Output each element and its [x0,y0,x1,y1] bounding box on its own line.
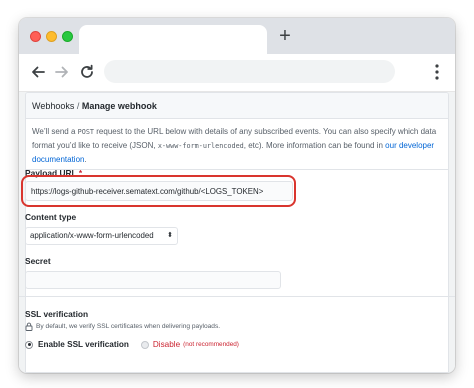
content-type-label: Content type [25,212,77,222]
select-arrows-icon: ⬍ [167,232,173,239]
intro-text-part: . [84,155,87,164]
payload-url-label: Payload URL * [25,168,82,178]
ssl-note: By default, we verify SSL certificates w… [25,322,220,331]
divider [26,169,448,170]
intro-text: We’ll send a POST request to the URL bel… [26,119,448,164]
divider [19,296,455,297]
kebab-menu-icon[interactable] [431,63,443,81]
breadcrumb-webhooks-link[interactable]: Webhooks [32,101,74,111]
content-type-selected-value: application/x-www-form-urlencoded [30,231,154,240]
browser-toolbar [19,54,455,92]
required-mark: * [78,168,83,178]
new-tab-button[interactable]: + [275,26,295,46]
reload-icon[interactable] [77,62,97,82]
post-code: POST [77,128,95,136]
maximize-window-button[interactable] [62,31,73,42]
lock-icon [25,322,33,331]
active-tab[interactable] [79,25,267,54]
minimize-window-button[interactable] [46,31,57,42]
breadcrumb: Webhooks / Manage webhook [26,93,448,119]
back-arrow-icon[interactable] [28,62,48,82]
secret-input[interactable] [25,271,281,289]
enable-ssl-radio[interactable] [25,340,33,349]
disable-ssl-label[interactable]: Disable [153,340,180,349]
address-bar[interactable] [104,60,395,83]
forward-arrow-icon[interactable] [52,62,72,82]
intro-text-part: , etc). More information can be found in [243,141,386,150]
title-bar: + [19,18,455,54]
browser-window: + Webhooks / Manage webhook We’ll send a… [19,18,455,373]
ssl-verification-title: SSL verification [25,309,89,319]
payload-url-input[interactable] [25,181,293,201]
secret-label: Secret [25,256,51,266]
payload-url-label-text: Payload URL [25,168,77,178]
not-recommended-note: (not recommended) [183,341,239,348]
ssl-note-text: By default, we verify SSL certificates w… [36,323,221,330]
content-type-select[interactable]: application/x-www-form-urlencoded ⬍ [25,227,178,245]
ssl-options: Enable SSL verification Disable (not rec… [25,340,239,349]
disable-ssl-radio[interactable] [140,340,149,349]
format-code: x-www-form-urlencoded [157,142,244,150]
page-title: Manage webhook [81,101,157,111]
close-window-button[interactable] [30,31,41,42]
breadcrumb-separator: / [76,101,80,111]
enable-ssl-label[interactable]: Enable SSL verification [38,340,129,349]
intro-text-part: We’ll send a [32,127,78,136]
